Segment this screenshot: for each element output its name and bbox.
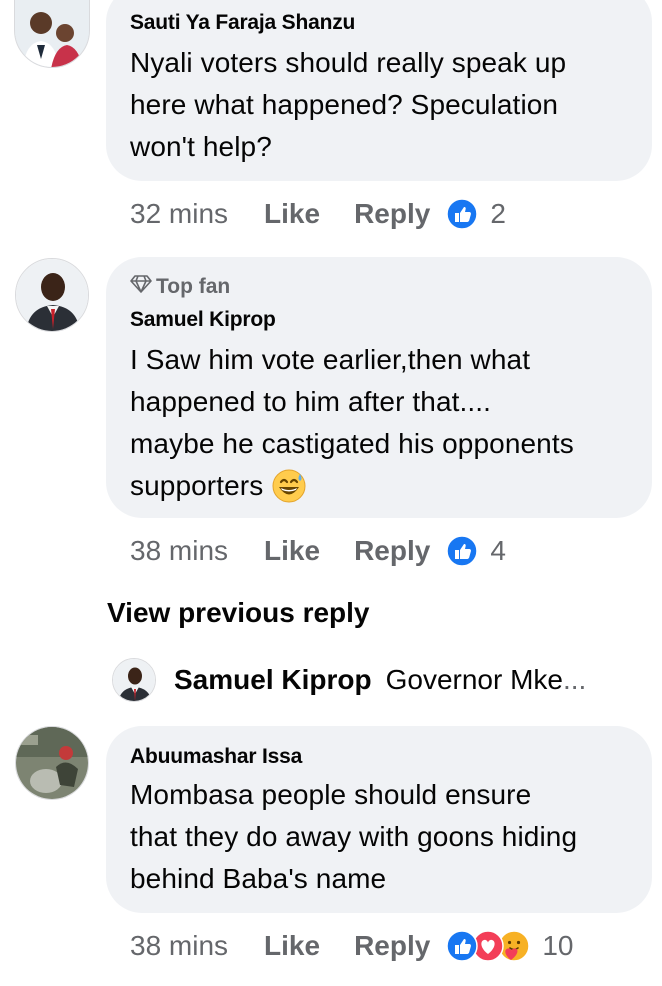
comment-time[interactable]: 38 mins [130,535,228,567]
reply-text: Governor Mke [385,664,563,695]
like-button[interactable]: Like [264,930,320,962]
avatar[interactable] [15,258,89,332]
comment-text-line: I Saw him vote earlier,then what [130,344,531,375]
reply-author[interactable]: Samuel Kiprop [174,664,372,696]
reply-button[interactable]: Reply [354,198,430,230]
comment-author[interactable]: Abuumashar Issa [130,744,632,770]
like-button[interactable]: Like [264,198,320,230]
comment-text-line: maybe he castigated his opponents [130,428,574,459]
comment-text-line: behind Baba's name [130,863,387,894]
like-icon [446,930,479,962]
comment-actions: 38 mins Like Reply 4 [130,531,506,571]
reaction-summary[interactable]: 2 [446,198,506,230]
comment-text-line: happened to him after that.... [130,386,492,417]
comment-time[interactable]: 38 mins [130,930,228,962]
comment-actions: 38 mins Like Reply 10 [130,926,573,966]
comment-bubble[interactable]: Top fan Samuel Kiprop I Saw him vote ear… [106,257,652,518]
reaction-summary[interactable]: 10 [446,930,573,962]
comment-text-line: here what happened? Speculation [130,89,559,120]
reaction-count: 10 [542,930,574,961]
comment-bubble[interactable]: Abuumashar Issa Mombasa people should en… [106,726,652,913]
comment-text-line: Mombasa people should ensure [130,779,532,810]
comment-author[interactable]: Sauti Ya Faraja Shanzu [130,10,632,36]
reply-button[interactable]: Reply [354,535,430,567]
top-fan-badge: Top fan [130,275,632,299]
avatar[interactable] [112,658,156,702]
avatar[interactable] [15,726,89,800]
reply-preview[interactable]: Samuel Kiprop Governor Mke ... [112,658,586,702]
comment-time[interactable]: 32 mins [130,198,228,230]
comment-actions: 32 mins Like Reply 2 [130,194,506,234]
grinning-sweat-emoji-icon [271,468,307,504]
comment-text-line: Nyali voters should really speak up [130,47,567,78]
comment-author[interactable]: Samuel Kiprop [130,307,632,333]
comment-bubble[interactable]: Sauti Ya Faraja Shanzu Nyali voters shou… [106,0,652,181]
view-previous-reply-link[interactable]: View previous reply [107,597,370,629]
reaction-summary[interactable]: 4 [446,535,506,567]
reaction-count: 2 [490,198,506,229]
comment-text-line: supporters [130,470,264,501]
avatar[interactable] [14,0,90,68]
comment-text-line: that they do away with goons hiding [130,821,578,852]
reply-button[interactable]: Reply [354,930,430,962]
like-button[interactable]: Like [264,535,320,567]
comment-text-line: won't help? [130,131,272,162]
reaction-count: 4 [490,535,506,566]
reply-ellipsis: ... [563,664,587,695]
like-icon [446,198,479,230]
like-icon [446,535,479,567]
top-fan-label: Top fan [156,275,231,298]
diamond-icon [130,275,152,299]
